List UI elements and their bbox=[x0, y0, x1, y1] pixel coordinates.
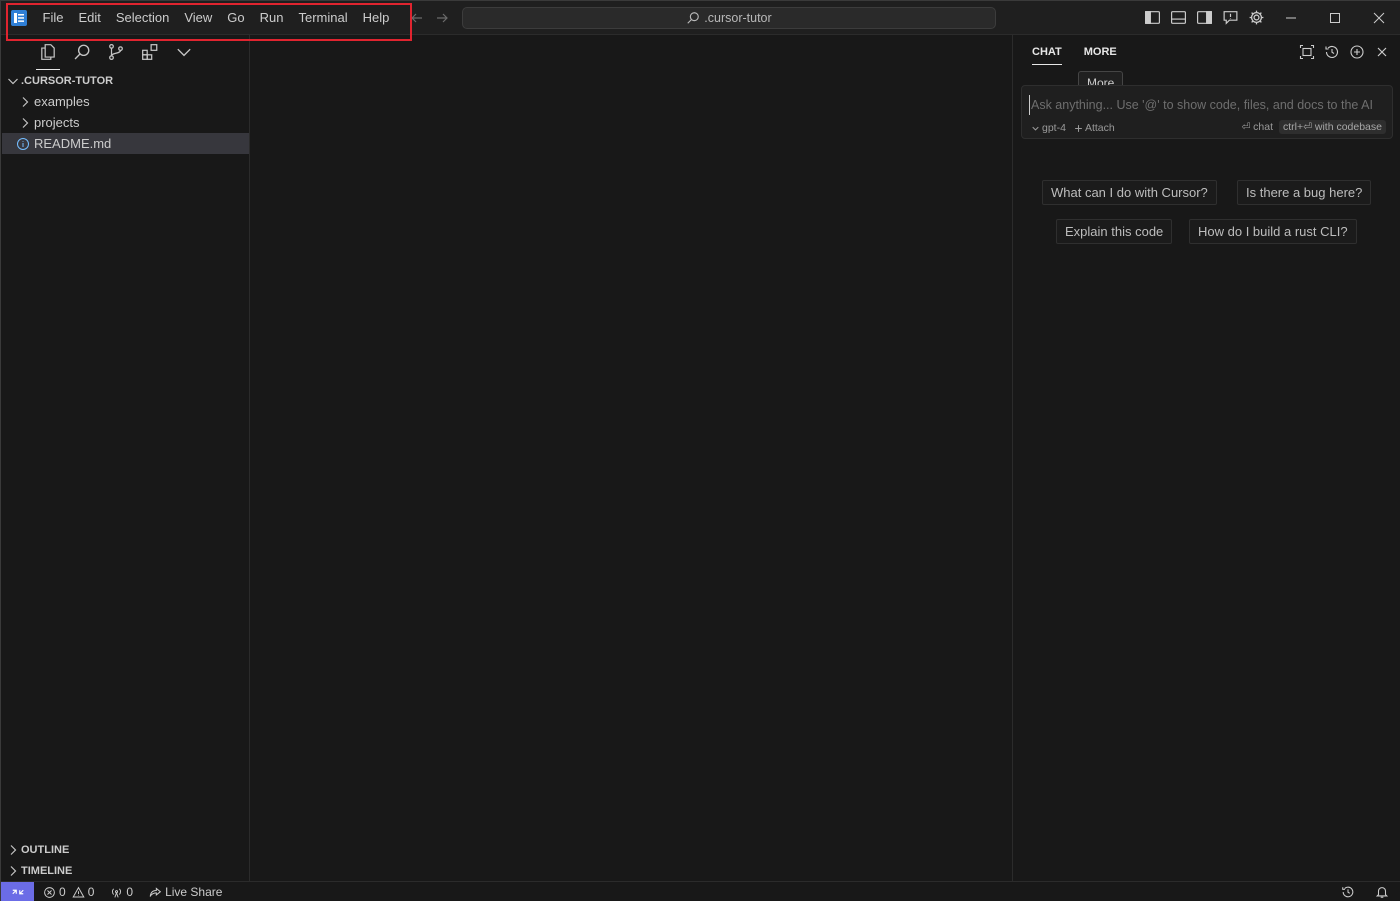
chevron-down-icon bbox=[5, 73, 21, 89]
forward-arrow-icon[interactable] bbox=[434, 10, 450, 26]
bell-icon[interactable] bbox=[1375, 885, 1389, 899]
menu-selection[interactable]: Selection bbox=[108, 6, 176, 30]
tree-item-label: projects bbox=[34, 115, 80, 130]
activity-bar bbox=[36, 40, 194, 70]
extensions-icon[interactable] bbox=[140, 40, 160, 64]
search-icon bbox=[686, 11, 700, 25]
timeline-label: TIMELINE bbox=[21, 864, 73, 877]
tab-chat[interactable]: CHAT bbox=[1032, 46, 1062, 65]
explorer-root-folder[interactable]: .CURSOR-TUTOR bbox=[2, 70, 249, 92]
tree-item-examples[interactable]: examples bbox=[2, 91, 249, 112]
history-icon[interactable] bbox=[1341, 885, 1355, 899]
toggle-secondary-sidebar-icon[interactable] bbox=[1196, 9, 1213, 26]
new-chat-icon[interactable] bbox=[1349, 44, 1365, 60]
window-controls bbox=[1269, 1, 1400, 35]
title-bar: File Edit Selection View Go Run Terminal… bbox=[1, 1, 1400, 41]
info-icon bbox=[15, 136, 31, 152]
error-count: 0 bbox=[59, 885, 66, 899]
menu-run[interactable]: Run bbox=[252, 6, 291, 30]
back-arrow-icon[interactable] bbox=[409, 10, 425, 26]
live-share-icon bbox=[149, 886, 162, 899]
problems-indicator[interactable]: 0 0 bbox=[43, 885, 94, 899]
command-center-label: .cursor-tutor bbox=[704, 11, 772, 25]
menu-bar: File Edit Selection View Go Run Terminal… bbox=[35, 1, 397, 35]
menu-view[interactable]: View bbox=[177, 6, 220, 30]
suggestion-button[interactable]: Is there a bug here? bbox=[1237, 180, 1372, 205]
app-logo-icon bbox=[11, 10, 27, 26]
chat-hint[interactable]: ⏎ chat bbox=[1241, 121, 1273, 133]
tree-item-label: examples bbox=[34, 94, 90, 109]
menu-terminal[interactable]: Terminal bbox=[291, 6, 355, 30]
explorer-sidebar: .CURSOR-TUTOR examples projects README.m… bbox=[2, 35, 250, 881]
chevron-down-icon[interactable] bbox=[174, 40, 194, 64]
chevron-down-icon bbox=[1031, 124, 1040, 133]
suggestion-button[interactable]: Explain this code bbox=[1056, 219, 1173, 244]
source-control-icon[interactable] bbox=[106, 40, 126, 64]
codebase-hint[interactable]: ctrl+⏎ with codebase bbox=[1279, 120, 1386, 134]
chevron-right-icon bbox=[17, 115, 33, 131]
minimize-button[interactable] bbox=[1269, 1, 1313, 35]
editor-area[interactable] bbox=[250, 35, 1012, 881]
toggle-primary-sidebar-icon[interactable] bbox=[1144, 9, 1161, 26]
command-center-search[interactable]: .cursor-tutor bbox=[462, 7, 996, 29]
suggestion-button[interactable]: How do I build a rust CLI? bbox=[1189, 219, 1357, 244]
maximize-panel-icon[interactable] bbox=[1299, 44, 1315, 60]
tree-item-readme[interactable]: README.md bbox=[2, 133, 249, 154]
attach-button[interactable]: Attach bbox=[1074, 122, 1115, 134]
app-window: File Edit Selection View Go Run Terminal… bbox=[0, 0, 1400, 901]
settings-gear-icon[interactable] bbox=[1248, 9, 1265, 26]
menu-go[interactable]: Go bbox=[220, 6, 252, 30]
ports-indicator[interactable]: 0 bbox=[110, 885, 133, 899]
live-share-label: Live Share bbox=[165, 885, 223, 899]
menu-file[interactable]: File bbox=[35, 6, 71, 30]
outline-section[interactable]: OUTLINE bbox=[2, 839, 249, 860]
suggestion-button[interactable]: What can I do with Cursor? bbox=[1042, 180, 1217, 205]
outline-label: OUTLINE bbox=[21, 843, 70, 856]
history-icon[interactable] bbox=[1324, 44, 1340, 60]
layout-controls bbox=[1144, 9, 1265, 26]
warning-count: 0 bbox=[87, 885, 95, 899]
chat-panel: CHAT MORE More Ask anything... Use '@' t… bbox=[1012, 35, 1400, 881]
close-icon[interactable] bbox=[1374, 44, 1390, 60]
chat-input-box: gpt-4 Attach ⏎ chat ctrl+⏎ with codebase bbox=[1021, 85, 1393, 139]
timeline-section[interactable]: TIMELINE bbox=[2, 860, 249, 881]
model-selector[interactable]: gpt-4 bbox=[1031, 122, 1066, 134]
model-label: gpt-4 bbox=[1042, 122, 1066, 134]
tree-item-label: README.md bbox=[34, 136, 112, 151]
tree-item-projects[interactable]: projects bbox=[2, 112, 249, 133]
ports-count: 0 bbox=[126, 885, 134, 899]
search-icon[interactable] bbox=[72, 40, 92, 64]
toggle-panel-icon[interactable] bbox=[1170, 9, 1187, 26]
plus-icon bbox=[1074, 124, 1083, 133]
keyboard-hints: ⏎ chat ctrl+⏎ with codebase bbox=[1241, 120, 1386, 134]
close-window-button[interactable] bbox=[1357, 1, 1400, 35]
remote-indicator-icon[interactable] bbox=[1, 882, 34, 901]
error-icon bbox=[43, 886, 56, 899]
chat-tabs: CHAT MORE bbox=[1032, 46, 1117, 65]
attach-label: Attach bbox=[1084, 122, 1115, 134]
chat-input-footer: gpt-4 Attach ⏎ chat ctrl+⏎ with codebase bbox=[1031, 120, 1386, 136]
status-right-icons bbox=[1341, 885, 1389, 899]
menu-help[interactable]: Help bbox=[355, 6, 397, 30]
feedback-icon[interactable] bbox=[1222, 9, 1239, 26]
warning-icon bbox=[72, 886, 85, 899]
live-share-button[interactable]: Live Share bbox=[149, 885, 222, 899]
explorer-files-icon[interactable] bbox=[36, 40, 60, 70]
chat-actions bbox=[1299, 44, 1390, 60]
broadcast-icon bbox=[110, 886, 123, 899]
status-bar: 0 0 0 Live Share bbox=[1, 881, 1400, 901]
maximize-button[interactable] bbox=[1313, 1, 1357, 35]
tab-more[interactable]: MORE bbox=[1084, 46, 1117, 65]
chevron-right-icon bbox=[5, 863, 21, 879]
explorer-root-label: .CURSOR-TUTOR bbox=[21, 75, 114, 87]
menu-edit[interactable]: Edit bbox=[71, 6, 108, 30]
chat-input[interactable] bbox=[1029, 95, 1384, 115]
chevron-right-icon bbox=[5, 842, 21, 858]
chevron-right-icon bbox=[17, 94, 33, 110]
